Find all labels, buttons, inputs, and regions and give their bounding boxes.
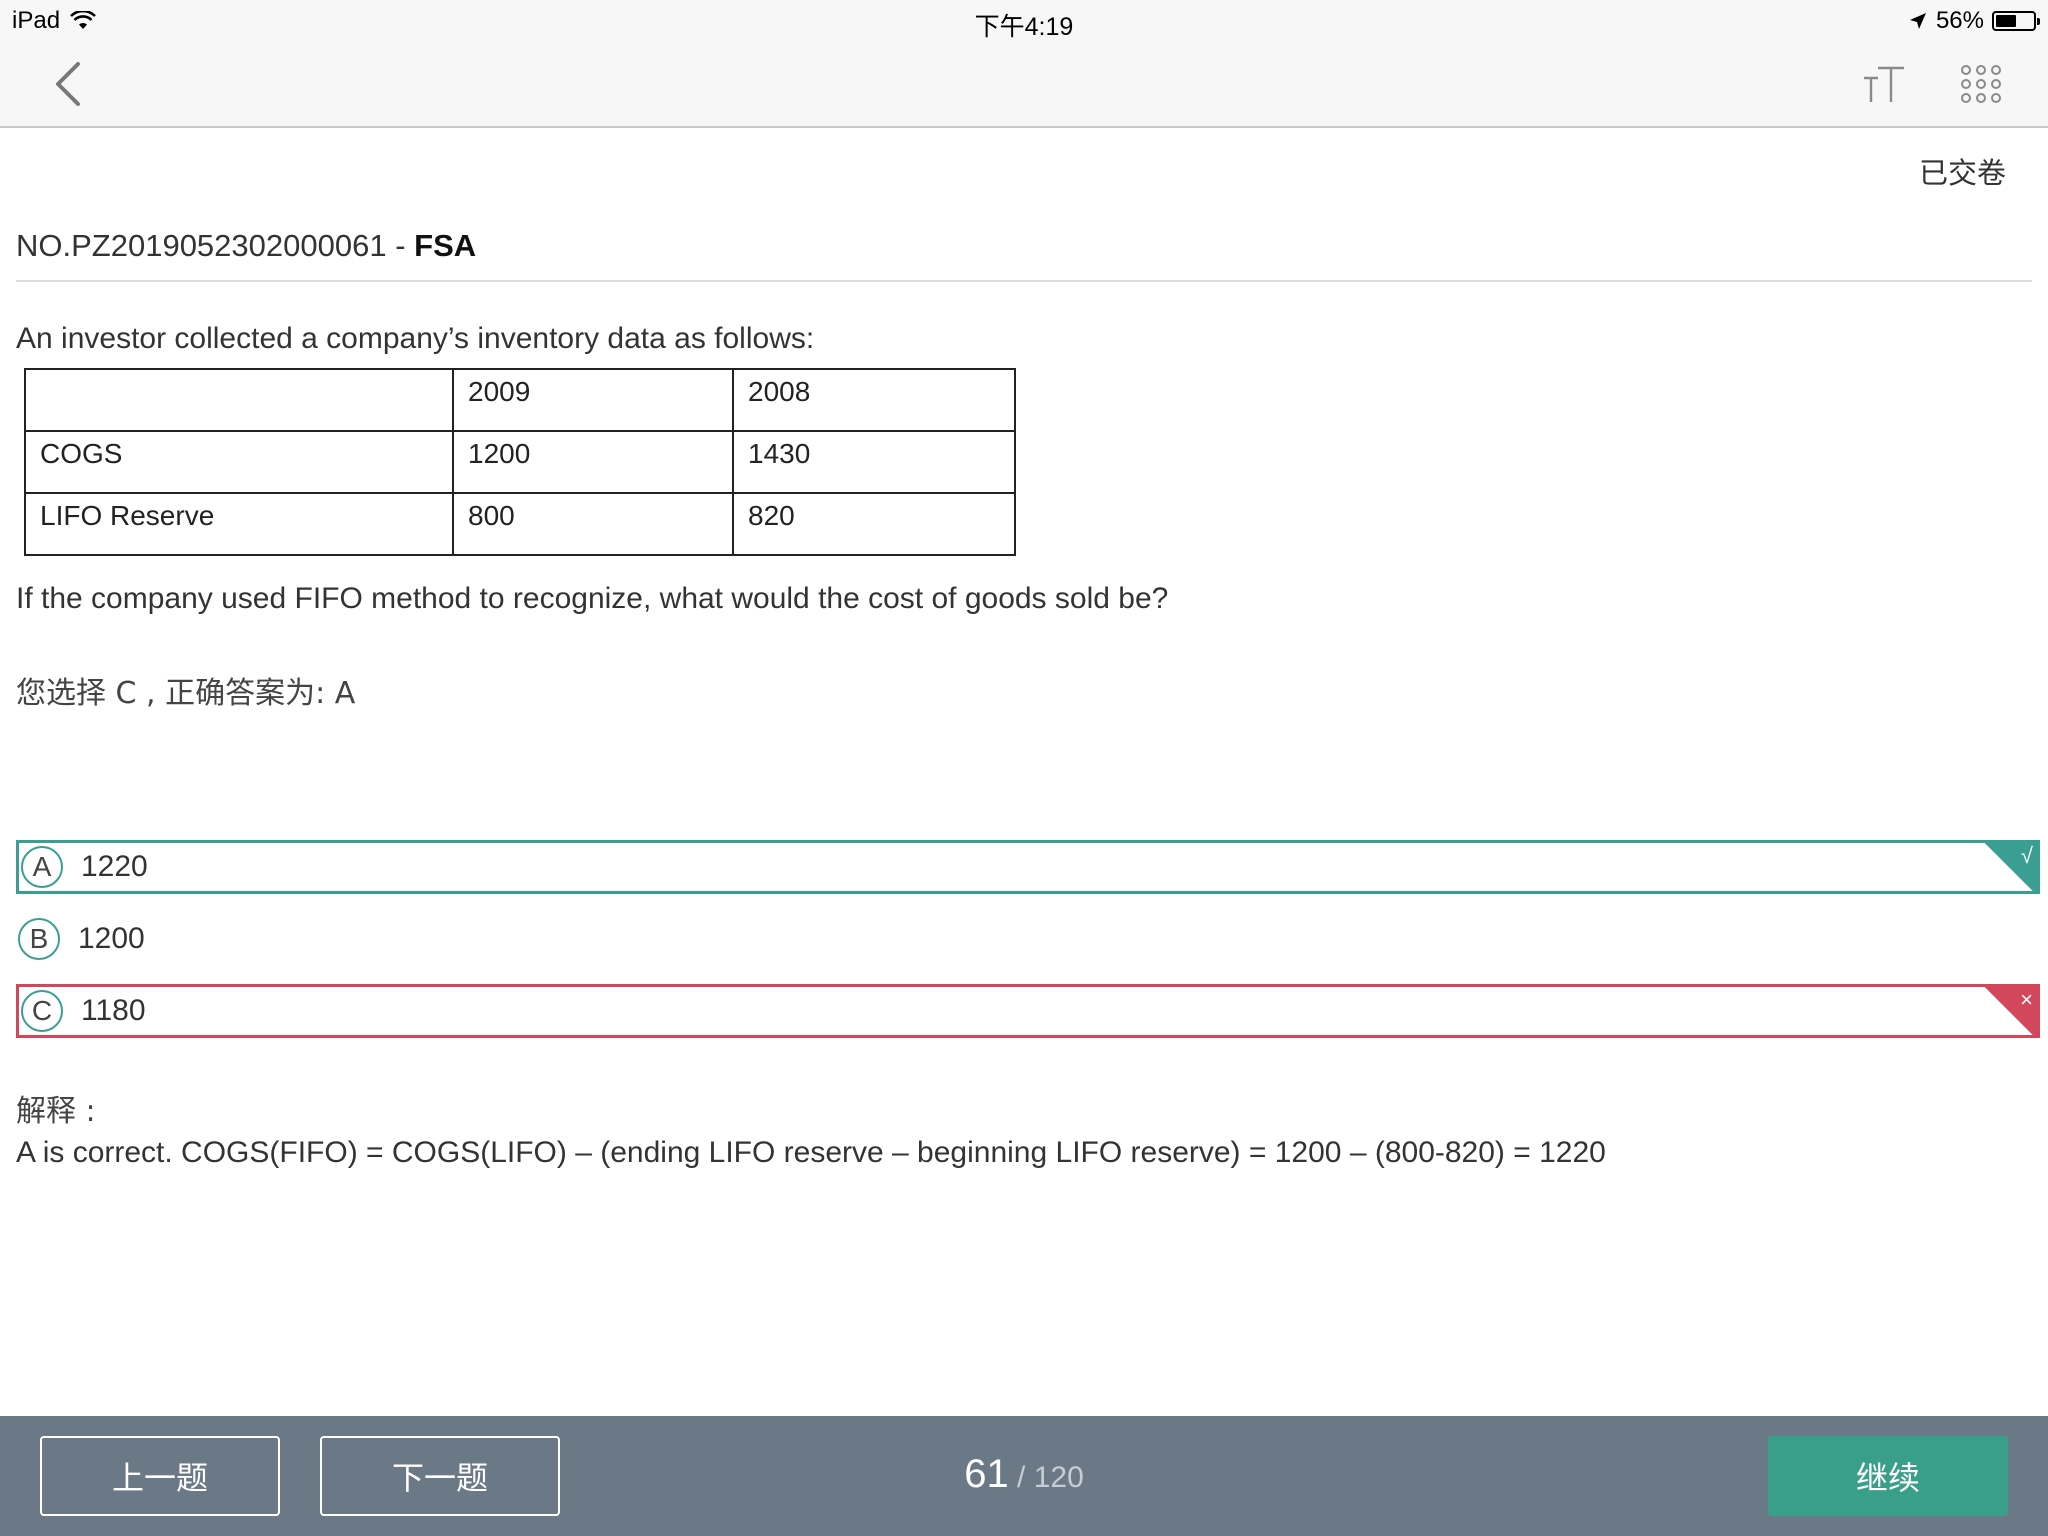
chevron-left-icon — [56, 62, 80, 106]
question-subject: FSA — [414, 228, 477, 263]
table-cell: LIFO Reserve — [24, 492, 454, 556]
cross-icon: × — [2020, 987, 2033, 1012]
status-right: 56% — [1908, 7, 2040, 35]
question-counter: 61 / 120 — [0, 1452, 2048, 1497]
table-cell — [24, 368, 454, 432]
explanation-text: A is correct. COGS(FIFO) = COGS(LIFO) – … — [16, 1136, 1606, 1169]
option-value: 1200 — [78, 922, 145, 955]
bottom-bar: 上一题 下一题 61 / 120 继续 — [0, 1416, 2048, 1536]
battery-icon — [1992, 11, 2040, 31]
option-value: 1220 — [81, 850, 148, 883]
continue-button[interactable]: 继续 — [1768, 1436, 2008, 1516]
option-letter: A — [21, 846, 63, 888]
text-size-icon — [1864, 66, 1904, 102]
table-cell: 2009 — [452, 368, 734, 432]
back-button[interactable] — [48, 58, 96, 110]
inventory-table: 2009 2008 COGS 1200 1430 LIFO Reserve 80… — [24, 368, 1016, 556]
option-a[interactable]: A 1220 √ — [16, 840, 2040, 894]
current-question-number: 61 — [964, 1452, 1009, 1496]
font-size-button[interactable] — [1862, 62, 1906, 106]
wrong-corner-badge: × — [1985, 987, 2037, 1035]
location-arrow-icon — [1909, 13, 1926, 29]
explanation-label: 解释 : — [16, 1094, 96, 1129]
table-cell: 2008 — [732, 368, 1016, 432]
check-icon: √ — [2020, 843, 2033, 868]
option-value: 1180 — [81, 994, 146, 1027]
question-grid-button[interactable] — [1960, 64, 2002, 104]
table-cell: COGS — [24, 430, 454, 494]
option-c[interactable]: C 1180 × — [16, 984, 2040, 1038]
question-number: NO.PZ2019052302000061 - — [16, 228, 415, 263]
table-row: 2009 2008 — [24, 368, 1016, 432]
grid-icon — [1961, 65, 2001, 103]
option-b[interactable]: B 1200 — [16, 912, 2040, 966]
answer-summary: 您选择 C , 正确答案为: A — [16, 676, 356, 711]
status-bar: iPad 下午4:19 56% — [0, 0, 2048, 41]
option-letter: C — [21, 990, 63, 1032]
question-prompt: If the company used FIFO method to recog… — [16, 582, 1169, 615]
correct-corner-badge: √ — [1985, 843, 2037, 891]
battery-fill — [1996, 15, 2017, 27]
table-cell: 800 — [452, 492, 734, 556]
question-header: NO.PZ2019052302000061 - FSA — [16, 228, 2032, 282]
total-questions: / 120 — [1008, 1461, 1084, 1494]
option-letter: B — [18, 918, 60, 960]
table-cell: 1430 — [732, 430, 1016, 494]
status-time: 下午4:19 — [974, 13, 1074, 41]
table-cell: 1200 — [452, 430, 734, 494]
nav-bar — [0, 40, 2048, 128]
submitted-label: 已交卷 — [1918, 156, 2006, 190]
table-cell: 820 — [732, 492, 1016, 556]
battery-percent: 56% — [1935, 7, 1984, 34]
table-row: COGS 1200 1430 — [24, 430, 1016, 494]
table-row: LIFO Reserve 800 820 — [24, 492, 1016, 556]
question-stem: An investor collected a company’s invent… — [16, 322, 815, 355]
